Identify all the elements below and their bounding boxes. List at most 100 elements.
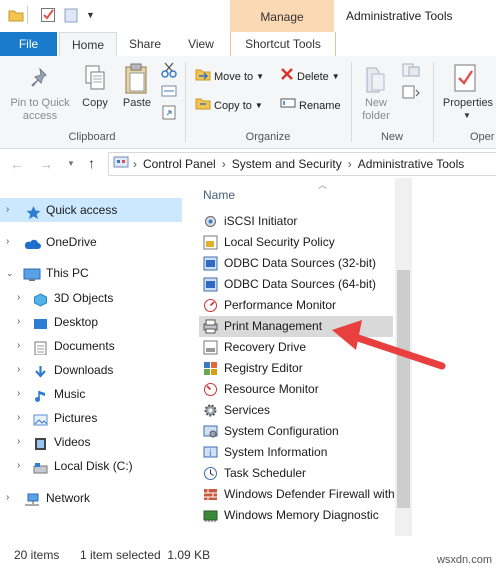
breadcrumb-administrative-tools[interactable]: Administrative Tools (358, 157, 465, 171)
chevron-right-icon[interactable]: › (17, 406, 20, 430)
nav-desktop[interactable]: › Desktop (0, 310, 182, 334)
rename-button[interactable]: Rename (280, 97, 341, 115)
nav-network[interactable]: › Network (0, 486, 182, 510)
chevron-right-icon[interactable]: › (6, 486, 9, 510)
copy-path-icon[interactable] (161, 84, 177, 101)
nav-pictures[interactable]: › Pictures (0, 406, 182, 430)
breadcrumb-separator: › (347, 157, 352, 171)
list-item[interactable]: Task Scheduler (199, 463, 393, 484)
list-item[interactable]: Services (199, 400, 393, 421)
chevron-right-icon[interactable]: › (17, 334, 20, 358)
divider (27, 6, 28, 24)
customize-dropdown-icon[interactable]: ▼ (86, 10, 95, 20)
pin-to-quick-access-button[interactable]: Pin to Quick access (2, 97, 78, 123)
delete-button[interactable]: Delete ▼ (280, 68, 340, 86)
music-note-icon (33, 387, 48, 402)
nav-music[interactable]: › Music (0, 382, 182, 406)
manage-tab[interactable]: Manage (230, 10, 334, 24)
forward-arrow-icon[interactable]: → (39, 156, 53, 172)
list-item[interactable]: i System Information (199, 442, 393, 463)
list-item[interactable]: ODBC Data Sources (32-bit) (199, 253, 393, 274)
group-separator (433, 62, 434, 142)
recovery-drive-icon (203, 340, 218, 355)
new-folder-qa-icon[interactable] (63, 7, 79, 23)
chevron-down-icon: ▼ (331, 72, 340, 81)
nav-onedrive[interactable]: › OneDrive (0, 230, 182, 254)
window-title: Administrative Tools (346, 9, 453, 23)
nav-quick-access[interactable]: › Quick access (0, 198, 182, 222)
new-folder-icon (363, 64, 391, 97)
chevron-right-icon[interactable]: › (17, 358, 20, 382)
organize-group-label: Organize (245, 131, 291, 143)
nav-this-pc[interactable]: ⌄ This PC (0, 261, 182, 285)
address-bar[interactable]: › Control Panel › System and Security › … (108, 152, 496, 176)
new-folder-button[interactable]: New folder (354, 97, 398, 123)
list-item[interactable]: System Configuration (199, 421, 393, 442)
list-item[interactable]: Local Security Policy (199, 232, 393, 253)
control-panel-icon (113, 156, 129, 173)
nav-videos[interactable]: › Videos (0, 430, 182, 454)
film-icon (33, 435, 48, 450)
download-arrow-icon (33, 363, 48, 378)
nav-downloads[interactable]: › Downloads (0, 358, 182, 382)
cube-icon (33, 291, 48, 307)
copy-to-button[interactable]: Copy to ▼ (195, 97, 263, 115)
cloud-icon (23, 235, 41, 249)
tab-share[interactable]: Share (118, 32, 172, 56)
nav-documents[interactable]: › Documents (0, 334, 182, 358)
paste-button[interactable]: Paste (118, 97, 156, 110)
chevron-down-icon[interactable]: ⌄ (6, 261, 14, 285)
document-icon (33, 339, 48, 356)
odbc-icon (203, 277, 218, 292)
chevron-right-icon[interactable]: › (17, 430, 20, 454)
firewall-icon (203, 487, 218, 502)
printer-icon (203, 319, 218, 334)
list-item[interactable]: iSCSI Initiator (199, 211, 393, 232)
copy-button[interactable]: Copy (76, 97, 114, 110)
chevron-right-icon[interactable]: › (17, 454, 20, 478)
picture-icon (33, 411, 48, 426)
breadcrumb-system-and-security[interactable]: System and Security (232, 157, 342, 171)
recent-locations-icon[interactable]: ▼ (67, 159, 75, 168)
chevron-down-icon: ▼ (254, 101, 263, 110)
up-arrow-icon[interactable]: ↑ (88, 155, 95, 171)
system-configuration-icon (203, 424, 218, 439)
breadcrumb-separator: › (221, 157, 226, 171)
column-header-name[interactable]: Name (203, 188, 235, 202)
chevron-right-icon[interactable]: › (6, 198, 9, 222)
star-icon (26, 203, 41, 219)
status-selection: 1 item selected 1.09 KB (80, 548, 211, 562)
hard-drive-icon (33, 459, 48, 474)
list-item[interactable]: Windows Defender Firewall with (199, 484, 395, 505)
breadcrumb-control-panel[interactable]: Control Panel (143, 157, 216, 171)
nav-3d-objects[interactable]: › 3D Objects (0, 286, 182, 310)
tab-file[interactable]: File (0, 32, 57, 56)
easy-access-icon[interactable] (401, 84, 423, 103)
chevron-right-icon[interactable]: › (6, 230, 9, 254)
new-item-icon[interactable] (401, 62, 423, 81)
watermark: wsxdn.com (436, 554, 492, 566)
list-item[interactable]: ODBC Data Sources (64-bit) (199, 274, 393, 295)
folder-icon[interactable] (8, 7, 24, 23)
chevron-right-icon[interactable]: › (17, 382, 20, 406)
properties-button[interactable]: Properties (440, 97, 496, 110)
properties-check-icon[interactable] (40, 7, 56, 23)
chevron-down-icon[interactable]: ▼ (463, 111, 471, 120)
cut-icon[interactable] (161, 62, 177, 81)
list-item[interactable]: Resource Monitor (199, 379, 393, 400)
tab-shortcut-tools[interactable]: Shortcut Tools (230, 32, 336, 56)
tab-view[interactable]: View (175, 32, 227, 56)
move-to-button[interactable]: Move to ▼ (195, 68, 264, 86)
paste-shortcut-icon[interactable] (161, 104, 177, 123)
tab-home[interactable]: Home (59, 32, 117, 57)
back-arrow-icon[interactable]: ← (10, 156, 24, 172)
gear-icon (203, 403, 218, 418)
performance-monitor-icon (203, 298, 218, 313)
memory-diagnostic-icon (203, 508, 218, 523)
nav-local-disk[interactable]: › Local Disk (C:) (0, 454, 182, 478)
chevron-right-icon[interactable]: › (17, 310, 20, 334)
chevron-right-icon[interactable]: › (17, 286, 20, 310)
list-item[interactable]: Windows Memory Diagnostic (199, 505, 393, 526)
desktop-icon (33, 315, 48, 329)
open-group-label: Oper (470, 131, 495, 143)
